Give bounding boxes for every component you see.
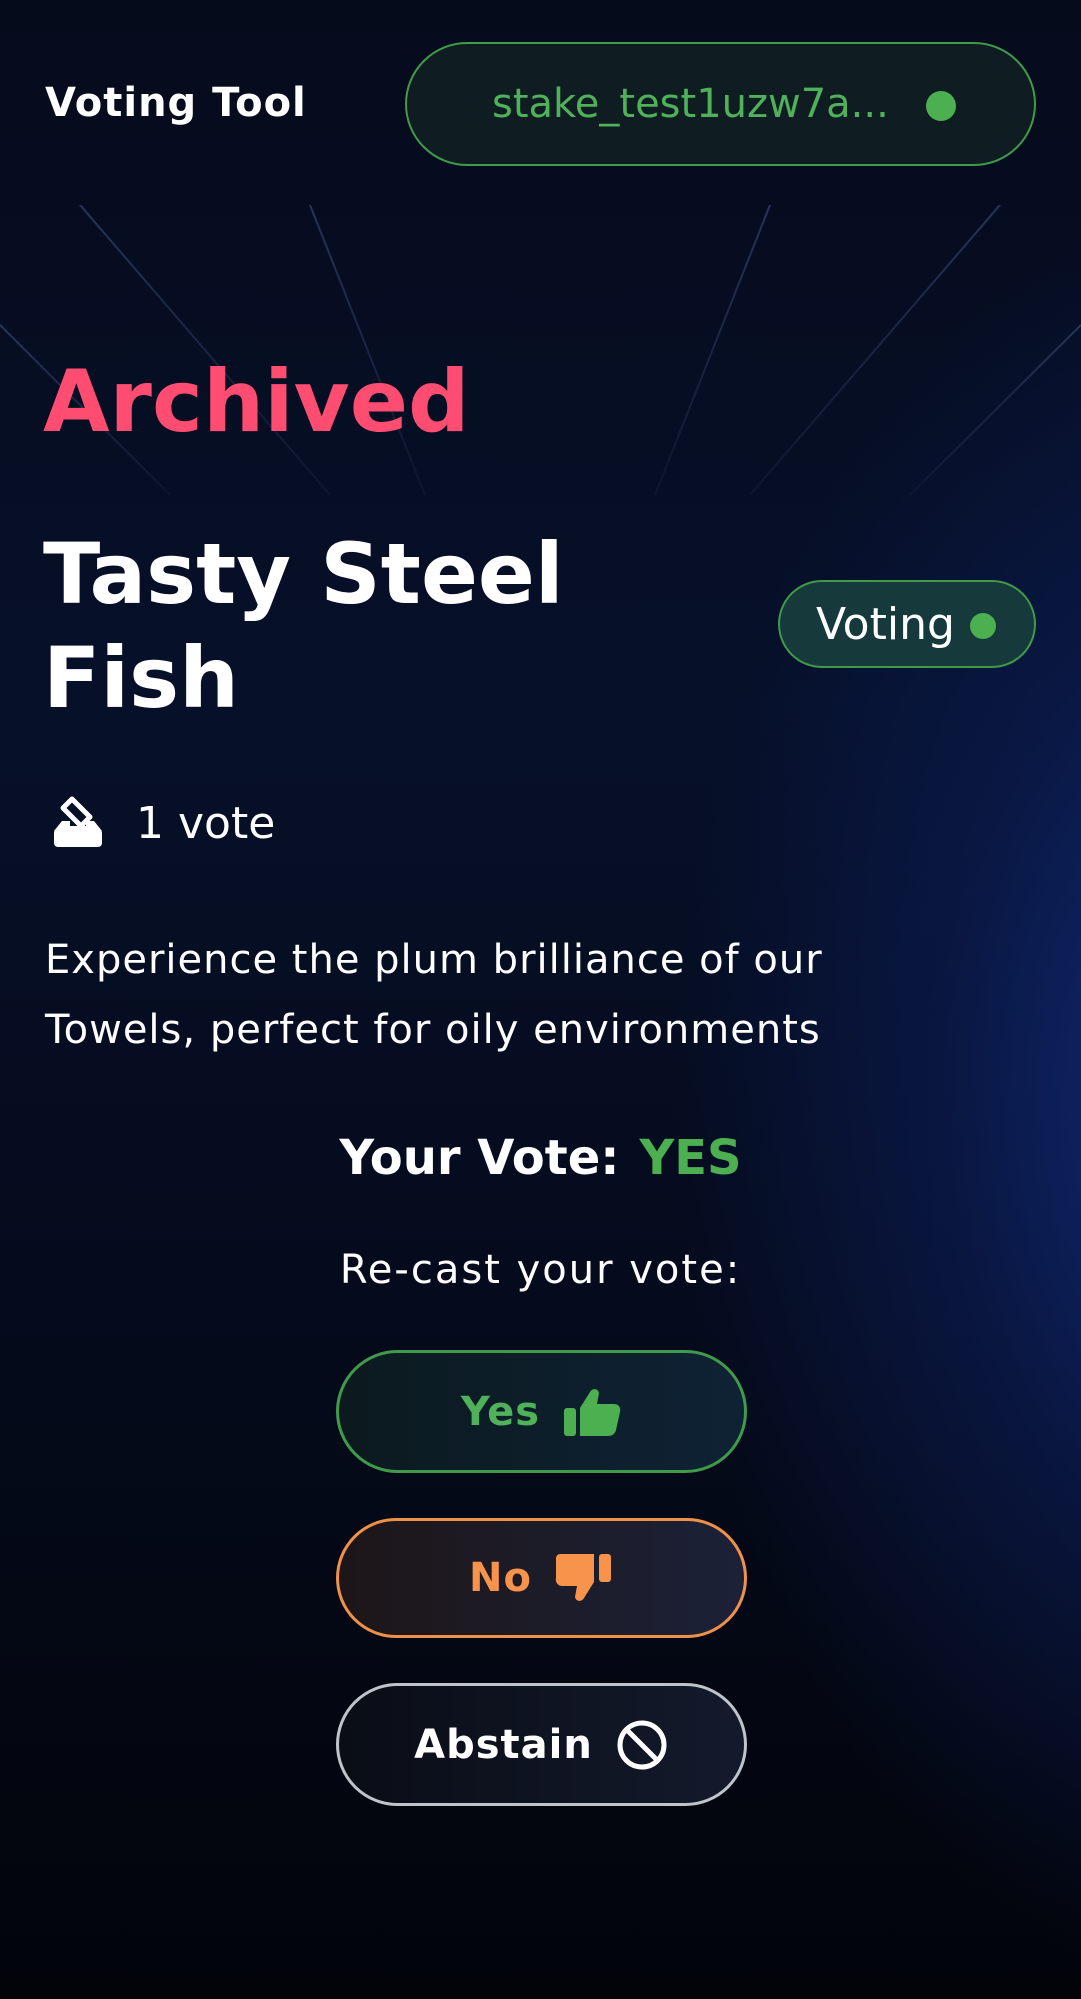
vote-abstain-label: Abstain [414, 1721, 593, 1768]
vote-no-button[interactable]: No [336, 1518, 747, 1638]
your-vote-label: Your Vote: [339, 1130, 620, 1186]
wallet-button[interactable]: stake_test1uzw7a... [405, 42, 1036, 166]
your-vote-value: YES [639, 1130, 742, 1186]
wallet-status-dot [926, 91, 956, 121]
proposal-status: Archived [43, 352, 470, 452]
ban-icon [593, 1718, 669, 1772]
vote-yes-label: Yes [460, 1388, 541, 1435]
ballot-box-icon [50, 795, 106, 851]
phase-label: Voting [816, 598, 955, 650]
phase-status-dot [970, 613, 996, 639]
your-vote: Your Vote: YES [0, 1130, 1081, 1186]
header: Voting Tool stake_test1uzw7a... [0, 0, 1081, 205]
votes-count: 1 vote [136, 797, 276, 849]
app-title: Voting Tool [45, 80, 307, 126]
vote-yes-button[interactable]: Yes [336, 1350, 747, 1473]
phase-badge: Voting [778, 580, 1036, 668]
thumbs-down-icon [532, 1552, 614, 1604]
recast-label: Re-cast your vote: [339, 1247, 742, 1293]
vote-abstain-button[interactable]: Abstain [336, 1683, 747, 1806]
proposal-title: Tasty Steel Fish [43, 525, 564, 727]
wallet-address: stake_test1uzw7a... [492, 81, 889, 127]
thumbs-up-icon [540, 1386, 622, 1438]
proposal-description: Experience the plum brilliance of our To… [45, 937, 823, 1053]
votes-summary: 1 vote [50, 795, 275, 851]
vote-no-label: No [469, 1555, 532, 1601]
